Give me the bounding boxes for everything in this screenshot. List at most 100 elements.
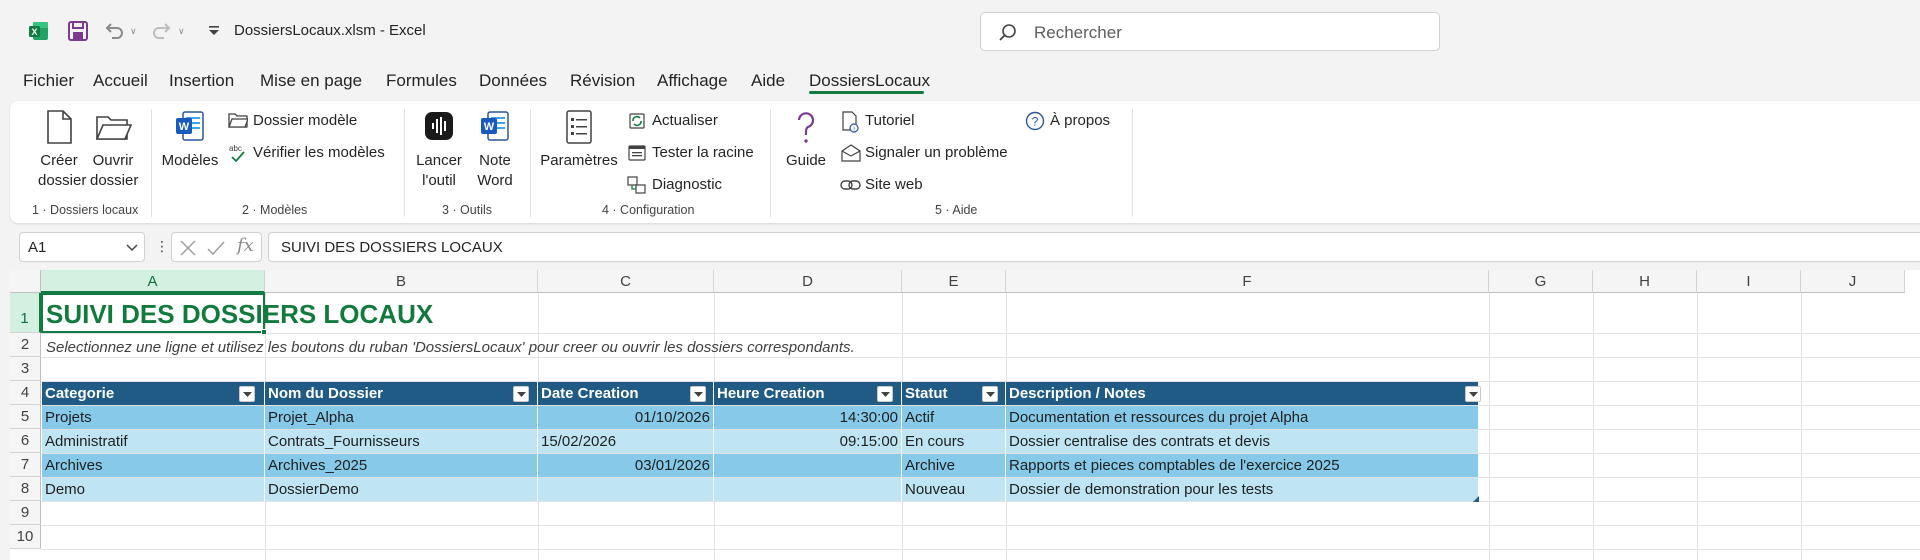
column-header-j[interactable]: J [1801, 270, 1905, 293]
column-header-f[interactable]: F [1006, 270, 1489, 293]
cell-heure-creation[interactable] [714, 478, 902, 501]
modeles-button[interactable]: W Modèles [160, 109, 220, 171]
cell-description[interactable]: Documentation et ressources du projet Al… [1006, 406, 1489, 429]
tab-accueil[interactable]: Accueil [93, 71, 148, 91]
table-row[interactable]: Demo DossierDemo Nouveau Dossier de demo… [42, 478, 1489, 501]
creer-dossier-button[interactable]: Créer dossier [38, 109, 86, 191]
filter-dropdown-button[interactable] [877, 386, 893, 402]
row-header-4[interactable]: 4 [10, 381, 41, 405]
tab-mise-en-page[interactable]: Mise en page [260, 71, 362, 91]
tab-affichage[interactable]: Affichage [657, 71, 728, 91]
cell-date-creation[interactable]: 01/10/2026 [538, 406, 714, 429]
cell-statut[interactable]: Nouveau [902, 478, 1006, 501]
cell-date-creation[interactable]: 03/01/2026 [538, 454, 714, 477]
worksheet-grid[interactable]: A B C D E F G H I J 1 2 3 4 5 6 7 8 9 10… [10, 270, 1920, 560]
more-options-icon[interactable]: ⋮ [155, 238, 169, 255]
sheet-subtitle[interactable]: Selectionnez une ligne et utilisez les b… [46, 339, 855, 356]
actualiser-button[interactable]: Actualiser [627, 111, 737, 133]
row-header-2[interactable]: 2 [10, 333, 41, 357]
a-propos-button[interactable]: ? À propos [1025, 111, 1125, 133]
filter-dropdown-button[interactable] [513, 386, 529, 402]
tab-fichier[interactable]: Fichier [23, 71, 74, 91]
row-header-6[interactable]: 6 [10, 429, 41, 453]
filter-dropdown-button[interactable] [1465, 386, 1481, 402]
column-header-c[interactable]: C [538, 270, 714, 293]
undo-icon[interactable] [103, 20, 125, 42]
cell-description[interactable]: Dossier de demonstration pour les tests [1006, 478, 1489, 501]
header-date-creation[interactable]: Date Creation [538, 382, 714, 405]
note-word-button[interactable]: W Note Word [472, 109, 518, 191]
formula-input[interactable]: SUIVI DES DOSSIERS LOCAUX [268, 232, 1920, 262]
name-box[interactable]: A1 [19, 232, 145, 262]
redo-dropdown-icon[interactable]: ∨ [178, 26, 185, 37]
table-row[interactable]: Archives Archives_2025 03/01/2026 Archiv… [42, 454, 1489, 477]
row-header-1[interactable]: 1 [10, 293, 41, 333]
parametres-button[interactable]: Paramètres [540, 109, 618, 171]
row-header-9[interactable]: 9 [10, 501, 41, 525]
header-heure-creation[interactable]: Heure Creation [714, 382, 902, 405]
cell-heure-creation[interactable]: 14:30:00 [714, 406, 902, 429]
row-header-8[interactable]: 8 [10, 477, 41, 501]
filter-dropdown-button[interactable] [690, 386, 706, 402]
table-row[interactable]: Projets Projet_Alpha 01/10/2026 14:30:00… [42, 406, 1489, 429]
cell-nom-dossier[interactable]: Contrats_Fournisseurs [265, 430, 538, 453]
cell-heure-creation[interactable]: 09:15:00 [714, 430, 902, 453]
tab-formules[interactable]: Formules [386, 71, 457, 91]
tab-donnees[interactable]: Données [479, 71, 547, 91]
cell-categorie[interactable]: Projets [42, 406, 265, 429]
header-categorie[interactable]: Categorie [42, 382, 265, 405]
row-header-3[interactable]: 3 [10, 357, 41, 381]
ouvrir-dossier-button[interactable]: Ouvrir dossier [90, 109, 138, 191]
site-web-button[interactable]: Site web [840, 175, 940, 197]
column-header-a[interactable]: A [41, 270, 265, 293]
signaler-probleme-button[interactable]: Signaler un problème [840, 143, 1020, 165]
row-header-10[interactable]: 10 [10, 525, 41, 549]
column-header-g[interactable]: G [1489, 270, 1593, 293]
cell-description[interactable]: Dossier centralise des contrats et devis [1006, 430, 1489, 453]
row-header-7[interactable]: 7 [10, 453, 41, 477]
header-statut[interactable]: Statut [902, 382, 1006, 405]
cell-categorie[interactable]: Administratif [42, 430, 265, 453]
cell-statut[interactable]: Actif [902, 406, 1006, 429]
cancel-icon[interactable] [178, 238, 198, 258]
cell-statut[interactable]: Archive [902, 454, 1006, 477]
undo-dropdown-icon[interactable]: ∨ [130, 26, 137, 37]
diagnostic-button[interactable]: Diagnostic [627, 175, 737, 197]
column-header-d[interactable]: D [714, 270, 902, 293]
cell-categorie[interactable]: Demo [42, 478, 265, 501]
filter-dropdown-button[interactable] [239, 386, 255, 402]
insert-function-icon[interactable]: fx [237, 235, 254, 256]
header-nom-dossier[interactable]: Nom du Dossier [265, 382, 538, 405]
row-header-5[interactable]: 5 [10, 405, 41, 429]
column-header-b[interactable]: B [265, 270, 538, 293]
fill-handle[interactable] [261, 329, 267, 335]
cell-statut[interactable]: En cours [902, 430, 1006, 453]
cell-date-creation[interactable] [538, 478, 714, 501]
column-header-h[interactable]: H [1593, 270, 1697, 293]
guide-button[interactable]: Guide [782, 109, 830, 171]
search-box[interactable]: Rechercher [980, 12, 1440, 51]
cell-heure-creation[interactable] [714, 454, 902, 477]
save-icon[interactable] [67, 20, 89, 42]
column-header-e[interactable]: E [902, 270, 1006, 293]
tutoriel-button[interactable]: i Tutoriel [840, 111, 940, 133]
cell-description[interactable]: Rapports et pieces comptables de l'exerc… [1006, 454, 1489, 477]
tab-revision[interactable]: Révision [570, 71, 635, 91]
tab-aide[interactable]: Aide [751, 71, 785, 91]
tab-insertion[interactable]: Insertion [169, 71, 234, 91]
check-icon[interactable] [206, 238, 226, 258]
select-all-corner[interactable] [10, 270, 41, 293]
cell-nom-dossier[interactable]: Archives_2025 [265, 454, 538, 477]
dossier-modele-button[interactable]: Dossier modèle [228, 111, 358, 133]
tester-racine-button[interactable]: Tester la racine [627, 143, 762, 165]
cell-nom-dossier[interactable]: DossierDemo [265, 478, 538, 501]
table-resize-handle-icon[interactable] [1473, 496, 1479, 502]
verifier-modeles-button[interactable]: abc Vérifier les modèles [228, 143, 398, 165]
cell-categorie[interactable]: Archives [42, 454, 265, 477]
customize-toolbar-icon[interactable] [203, 20, 225, 42]
filter-dropdown-button[interactable] [982, 386, 998, 402]
table-row[interactable]: Administratif Contrats_Fournisseurs 15/0… [42, 430, 1489, 453]
redo-icon[interactable] [151, 20, 173, 42]
cell-date-creation[interactable]: 15/02/2026 [538, 430, 714, 453]
cell-nom-dossier[interactable]: Projet_Alpha [265, 406, 538, 429]
